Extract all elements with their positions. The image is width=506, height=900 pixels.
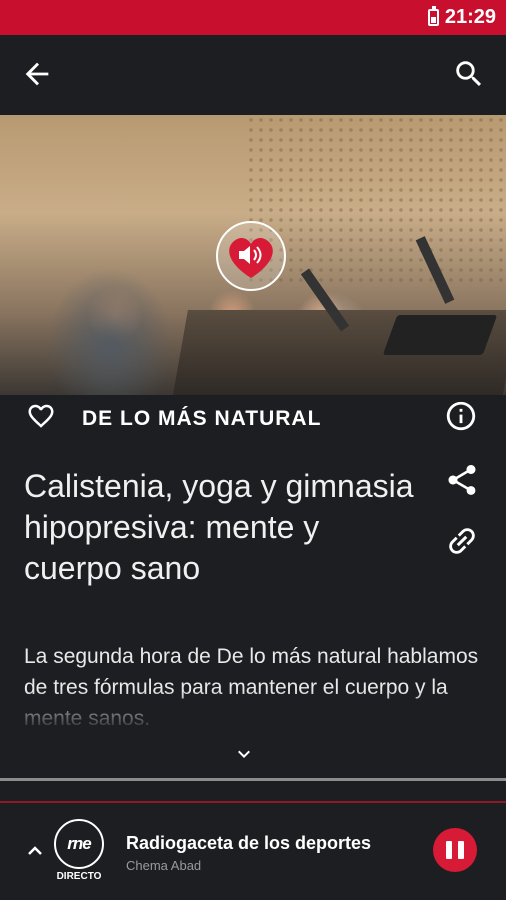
episode-image [0, 115, 506, 395]
back-arrow-icon[interactable] [20, 57, 54, 91]
episode-title: Calistenia, yoga y gimnasia hipopresiva:… [24, 468, 414, 586]
battery-icon [427, 6, 439, 26]
description-fade [0, 690, 506, 735]
link-icon[interactable] [444, 523, 480, 559]
program-row: DE LO MÁS NATURAL [0, 395, 506, 441]
pause-button[interactable] [433, 828, 477, 872]
station-logo-text: rne [67, 834, 91, 853]
station-logo: rne [54, 819, 104, 869]
live-label: DIRECTO [56, 871, 102, 882]
share-icon[interactable] [444, 462, 480, 498]
app-bar [0, 35, 506, 115]
search-icon[interactable] [452, 57, 486, 91]
chevron-down-icon[interactable] [232, 742, 256, 766]
studio-keyboard [382, 315, 498, 355]
pause-icon [446, 841, 452, 859]
status-time: 21:29 [444, 6, 496, 28]
program-name[interactable]: DE LO MÁS NATURAL [82, 407, 321, 431]
divider [0, 778, 506, 781]
heart-icon[interactable] [24, 401, 58, 431]
now-playing-title: Radiogaceta de los deportes [126, 833, 372, 853]
chevron-up-icon[interactable] [26, 843, 44, 857]
mini-player[interactable]: rne DIRECTO Radiogaceta de los deportes … [0, 803, 506, 900]
rne-play-logo[interactable] [215, 220, 287, 292]
status-bar: 21:29 [0, 0, 506, 35]
pause-icon [458, 841, 464, 859]
now-playing-subtitle: Chema Abad [126, 858, 202, 873]
info-icon[interactable] [444, 399, 478, 433]
